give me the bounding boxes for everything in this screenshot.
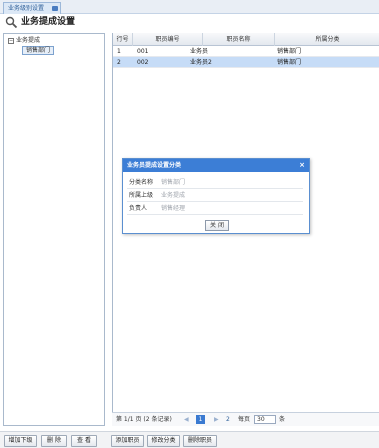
- table-row[interactable]: 1 001 业务员 销售部门: [113, 46, 379, 57]
- page-info: 第 1/1 页 (2 条记录): [116, 416, 172, 423]
- cell-code: 001: [137, 48, 149, 55]
- tab-business-level[interactable]: 业务级别设置: [3, 2, 61, 14]
- tab-label: 业务级别设置: [8, 5, 45, 12]
- category-dialog: 业务员提成设置分类 × 分类名称 销售部门 所属上级 业务提成 负责人 销售经理…: [122, 158, 310, 234]
- field-label: 所属上级: [129, 192, 154, 199]
- close-icon[interactable]: ×: [299, 159, 305, 172]
- delete-button[interactable]: 删 除: [41, 435, 67, 447]
- category-name-field[interactable]: 销售部门: [161, 177, 185, 189]
- per-page-unit: 条: [279, 416, 286, 423]
- tree-node-root-label: 业务提成: [16, 37, 41, 44]
- per-page-input[interactable]: 30: [254, 415, 276, 424]
- tab-close-icon[interactable]: [52, 6, 58, 11]
- pagination-bar: 第 1/1 页 (2 条记录) ◀ 1 ▶ 2 每页 30 条: [112, 412, 379, 426]
- next-page-icon[interactable]: ▶: [214, 415, 219, 425]
- dialog-title: 业务员提成设置分类: [127, 162, 182, 169]
- cell-category: 销售部门: [277, 59, 302, 66]
- tree-collapse-icon[interactable]: −: [8, 37, 14, 44]
- category-tree-panel: − 业务提成 销售部门: [3, 33, 105, 426]
- manager-field[interactable]: 销售经理: [161, 203, 185, 215]
- title-bar: 业务提成设置: [0, 14, 379, 32]
- form-row-category-name: 分类名称 销售部门: [127, 177, 303, 189]
- col-header-name[interactable]: 职员名称: [203, 33, 275, 46]
- col-header-category[interactable]: 所属分类: [275, 33, 379, 46]
- search-settings-icon: [5, 16, 18, 29]
- col-header-code[interactable]: 职员编号: [133, 33, 203, 46]
- per-page-label: 每页: [238, 416, 251, 423]
- bottom-toolbar: 增加下级 删 除 查 看 添加职员 修改分类 删除职员: [0, 431, 379, 448]
- add-sub-button[interactable]: 增加下级: [4, 435, 37, 447]
- dialog-title-bar: 业务员提成设置分类 ×: [123, 159, 309, 172]
- dialog-close-button[interactable]: 关 闭: [205, 220, 229, 231]
- col-header-no[interactable]: 行号: [113, 33, 133, 46]
- form-row-parent: 所属上级 业务提成: [127, 190, 303, 202]
- cell-name: 业务员: [190, 48, 209, 55]
- current-page-button[interactable]: 1: [196, 415, 205, 424]
- cell-category: 销售部门: [277, 48, 302, 55]
- prev-page-icon[interactable]: ◀: [184, 415, 189, 425]
- tree-node-sales[interactable]: 销售部门: [22, 46, 55, 55]
- field-label: 分类名称: [129, 179, 154, 186]
- parent-category-field[interactable]: 业务提成: [161, 190, 185, 202]
- edit-category-button[interactable]: 修改分类: [147, 435, 180, 447]
- cell-name: 业务员2: [190, 59, 212, 66]
- page-title: 业务提成设置: [21, 17, 76, 27]
- cell-no: 1: [117, 48, 121, 55]
- grid-header: 行号 职员编号 职员名称 所属分类: [113, 33, 379, 46]
- tab-bar: 业务级别设置: [0, 0, 379, 14]
- cell-no: 2: [117, 59, 121, 66]
- page-link-2[interactable]: 2: [226, 415, 230, 425]
- table-row[interactable]: 2 002 业务员2 销售部门: [113, 57, 379, 68]
- add-employee-button[interactable]: 添加职员: [111, 435, 144, 447]
- cell-code: 002: [137, 59, 149, 66]
- tree-node-root[interactable]: − 业务提成: [8, 37, 40, 45]
- field-label: 负责人: [129, 205, 148, 212]
- view-button[interactable]: 查 看: [71, 435, 97, 447]
- delete-employee-button[interactable]: 删除职员: [183, 435, 217, 447]
- form-row-manager: 负责人 销售经理: [127, 203, 303, 215]
